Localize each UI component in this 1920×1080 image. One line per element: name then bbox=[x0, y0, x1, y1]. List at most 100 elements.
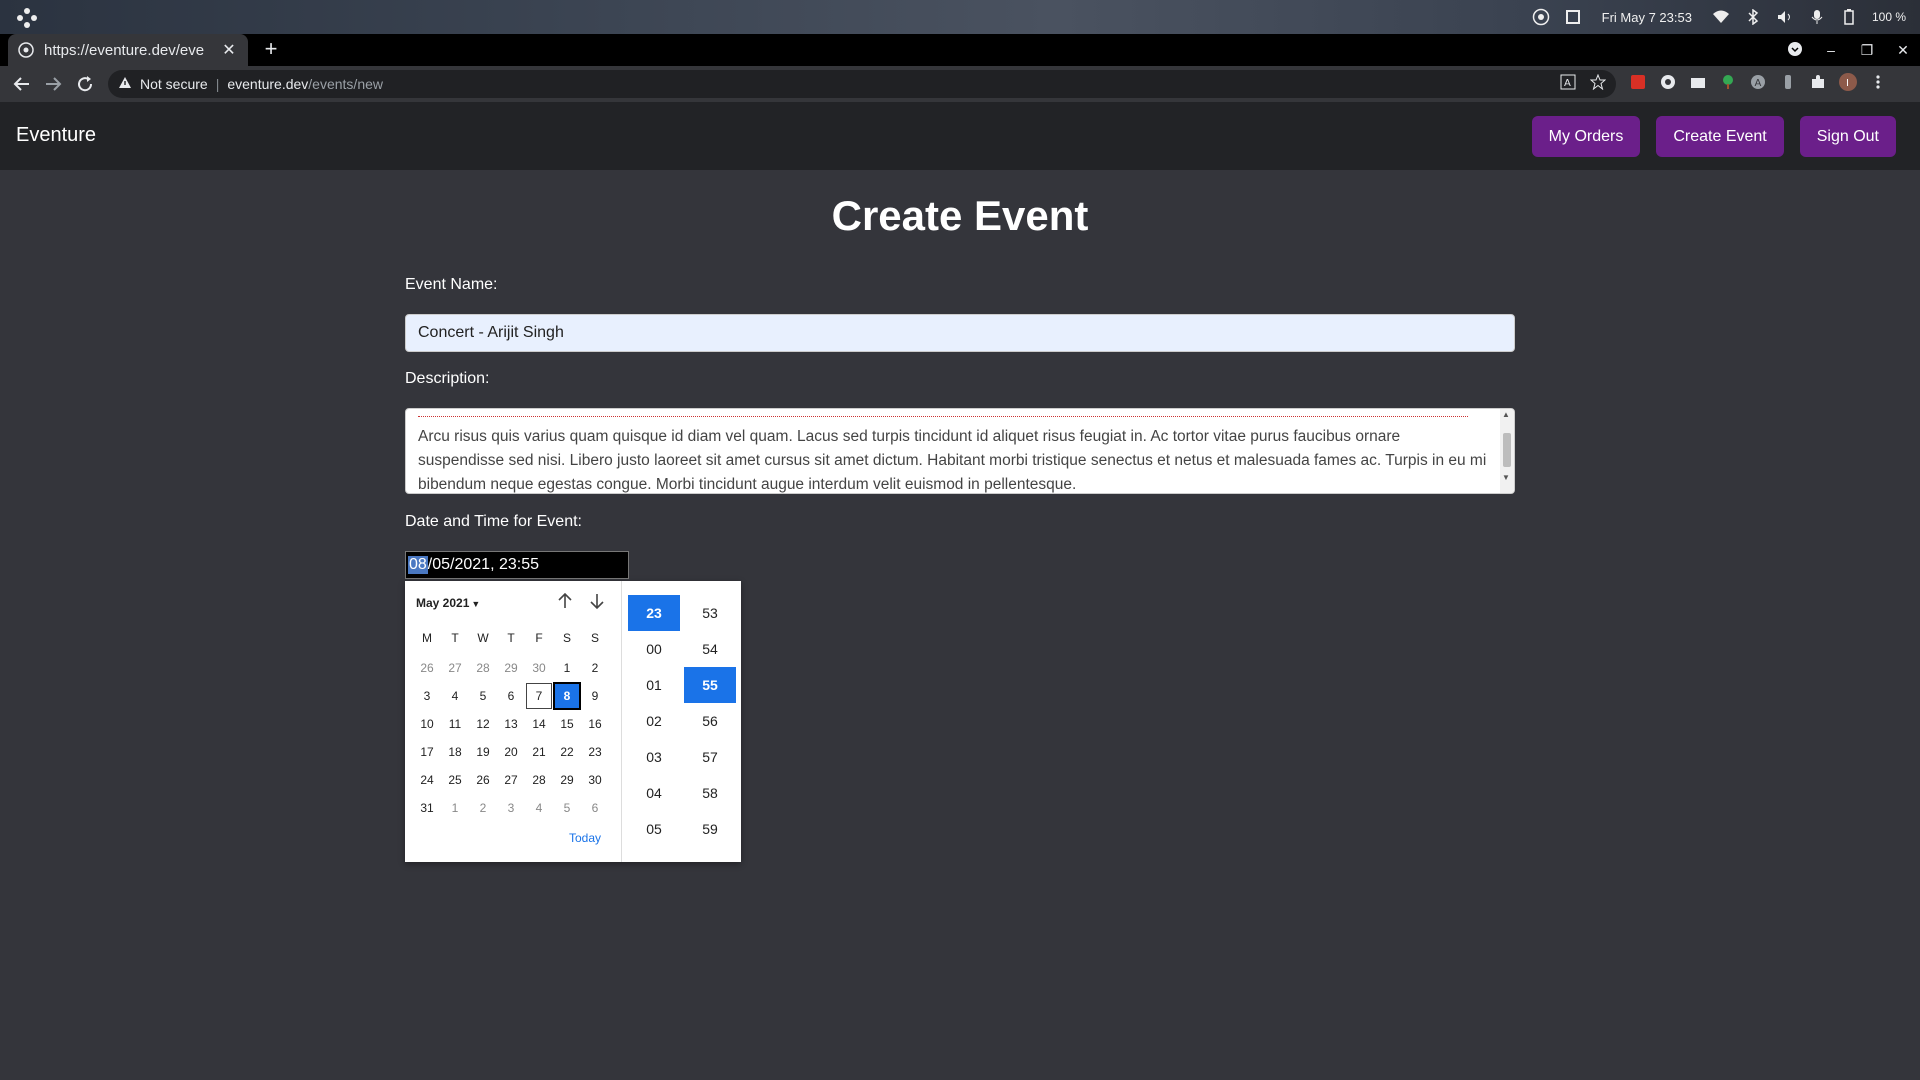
calendar-day[interactable]: 26 bbox=[469, 766, 497, 794]
minute-option[interactable]: 58 bbox=[684, 775, 736, 811]
calendar-day[interactable]: 25 bbox=[441, 766, 469, 794]
minimize-icon[interactable]: – bbox=[1822, 42, 1840, 58]
calendar-day[interactable]: 6 bbox=[581, 794, 609, 822]
scroll-down-icon[interactable]: ▼ bbox=[1502, 473, 1510, 482]
address-bar[interactable]: Not secure | eventure.dev/events/new A bbox=[108, 70, 1616, 98]
browser-menu-icon[interactable] bbox=[1868, 72, 1888, 92]
calendar-day[interactable]: 3 bbox=[413, 682, 441, 710]
calendar-day[interactable]: 4 bbox=[525, 794, 553, 822]
calendar-day[interactable]: 14 bbox=[525, 710, 553, 738]
reload-icon[interactable] bbox=[74, 73, 96, 95]
extensions-puzzle-icon[interactable] bbox=[1808, 72, 1828, 92]
calendar-day[interactable]: 30 bbox=[525, 654, 553, 682]
forward-icon[interactable] bbox=[42, 73, 64, 95]
calendar-day[interactable]: 2 bbox=[581, 654, 609, 682]
calendar-day[interactable]: 11 bbox=[441, 710, 469, 738]
description-textarea[interactable]: Arcu risus quis varius quam quisque id d… bbox=[405, 408, 1515, 494]
calendar-day[interactable]: 28 bbox=[469, 654, 497, 682]
extension-a-icon[interactable]: A bbox=[1748, 72, 1768, 92]
datetime-input[interactable]: 08/05/2021, 23:55 bbox=[405, 551, 629, 579]
hour-option[interactable]: 00 bbox=[628, 631, 680, 667]
brand-logo[interactable]: Eventure bbox=[16, 124, 96, 147]
calendar-day[interactable]: 30 bbox=[581, 766, 609, 794]
translate-icon[interactable]: A bbox=[1560, 74, 1576, 93]
calendar-day[interactable]: 27 bbox=[497, 766, 525, 794]
calendar-day[interactable]: 1 bbox=[441, 794, 469, 822]
extension-circle-icon[interactable] bbox=[1658, 72, 1678, 92]
calendar-day[interactable]: 28 bbox=[525, 766, 553, 794]
microphone-icon[interactable] bbox=[1808, 8, 1826, 26]
close-tab-icon[interactable]: ✕ bbox=[220, 40, 238, 60]
profile-avatar[interactable]: I bbox=[1838, 72, 1858, 92]
cpu-icon[interactable] bbox=[1564, 8, 1582, 26]
calendar-day[interactable]: 2 bbox=[469, 794, 497, 822]
calendar-day[interactable]: 1 bbox=[553, 654, 581, 682]
calendar-day[interactable]: 8 bbox=[553, 682, 581, 710]
bluetooth-icon[interactable] bbox=[1744, 8, 1762, 26]
extension-gray-icon[interactable] bbox=[1778, 72, 1798, 92]
battery-icon[interactable] bbox=[1840, 8, 1858, 26]
sign-out-button[interactable]: Sign Out bbox=[1799, 116, 1896, 157]
calendar-day[interactable]: 15 bbox=[553, 710, 581, 738]
event-name-input[interactable]: Concert - Arijit Singh bbox=[405, 314, 1515, 352]
calendar-day[interactable]: 6 bbox=[497, 682, 525, 710]
scrollbar-thumb[interactable] bbox=[1503, 433, 1511, 467]
hour-option[interactable]: 02 bbox=[628, 703, 680, 739]
calendar-day[interactable]: 29 bbox=[497, 654, 525, 682]
calendar-day[interactable]: 7 bbox=[525, 682, 553, 710]
calendar-day[interactable]: 17 bbox=[413, 738, 441, 766]
today-button[interactable]: Today bbox=[569, 831, 601, 845]
my-orders-button[interactable]: My Orders bbox=[1531, 116, 1641, 157]
calendar-day[interactable]: 29 bbox=[553, 766, 581, 794]
hour-option[interactable]: 23 bbox=[628, 595, 680, 631]
hour-column[interactable]: 23 00 01 02 03 04 05 bbox=[628, 595, 680, 847]
warning-icon[interactable] bbox=[118, 76, 132, 92]
calendar-day[interactable]: 13 bbox=[497, 710, 525, 738]
month-year-dropdown[interactable]: May 2021 ▼ bbox=[416, 596, 480, 610]
hour-option[interactable]: 01 bbox=[628, 667, 680, 703]
calendar-day[interactable]: 12 bbox=[469, 710, 497, 738]
volume-icon[interactable] bbox=[1776, 8, 1794, 26]
bookmark-star-icon[interactable] bbox=[1589, 73, 1607, 93]
calendar-day[interactable]: 22 bbox=[553, 738, 581, 766]
calendar-day[interactable]: 9 bbox=[581, 682, 609, 710]
calendar-day[interactable]: 18 bbox=[441, 738, 469, 766]
hour-option[interactable]: 03 bbox=[628, 739, 680, 775]
os-clock[interactable]: Fri May 7 23:53 bbox=[1602, 10, 1692, 25]
calendar-day[interactable]: 4 bbox=[441, 682, 469, 710]
calendar-day[interactable]: 26 bbox=[413, 654, 441, 682]
extension-red-icon[interactable] bbox=[1628, 72, 1648, 92]
calendar-day[interactable]: 16 bbox=[581, 710, 609, 738]
obs-icon[interactable] bbox=[1532, 8, 1550, 26]
minute-option[interactable]: 56 bbox=[684, 703, 736, 739]
hour-option[interactable]: 05 bbox=[628, 811, 680, 847]
extension-tree-icon[interactable] bbox=[1718, 72, 1738, 92]
description-scrollbar[interactable]: ▲ ▼ bbox=[1500, 409, 1514, 493]
os-menu-icon[interactable] bbox=[16, 7, 38, 29]
minute-option[interactable]: 59 bbox=[684, 811, 736, 847]
minute-option[interactable]: 53 bbox=[684, 595, 736, 631]
calendar-day[interactable]: 10 bbox=[413, 710, 441, 738]
datetime-rest[interactable]: /05/2021, 23:55 bbox=[428, 556, 539, 574]
scroll-up-icon[interactable]: ▲ bbox=[1502, 410, 1510, 419]
minute-column[interactable]: 53 54 55 56 57 58 59 bbox=[684, 595, 736, 847]
minute-option[interactable]: 57 bbox=[684, 739, 736, 775]
browser-tab[interactable]: https://eventure.dev/eve ✕ bbox=[8, 34, 248, 66]
profile-menu-icon[interactable] bbox=[1786, 41, 1804, 60]
security-label[interactable]: Not secure bbox=[140, 76, 208, 92]
maximize-icon[interactable]: ❐ bbox=[1858, 42, 1876, 59]
new-tab-button[interactable]: + bbox=[258, 37, 284, 63]
calendar-day[interactable]: 21 bbox=[525, 738, 553, 766]
wifi-icon[interactable] bbox=[1712, 8, 1730, 26]
minute-option[interactable]: 55 bbox=[684, 667, 736, 703]
calendar-day[interactable]: 20 bbox=[497, 738, 525, 766]
calendar-day[interactable]: 19 bbox=[469, 738, 497, 766]
back-icon[interactable] bbox=[11, 73, 33, 95]
calendar-day[interactable]: 27 bbox=[441, 654, 469, 682]
calendar-day[interactable]: 31 bbox=[413, 794, 441, 822]
calendar-day[interactable]: 5 bbox=[469, 682, 497, 710]
extension-folder-icon[interactable] bbox=[1688, 72, 1708, 92]
calendar-day[interactable]: 24 bbox=[413, 766, 441, 794]
minute-option[interactable]: 54 bbox=[684, 631, 736, 667]
datetime-day-segment[interactable]: 08 bbox=[408, 556, 428, 574]
